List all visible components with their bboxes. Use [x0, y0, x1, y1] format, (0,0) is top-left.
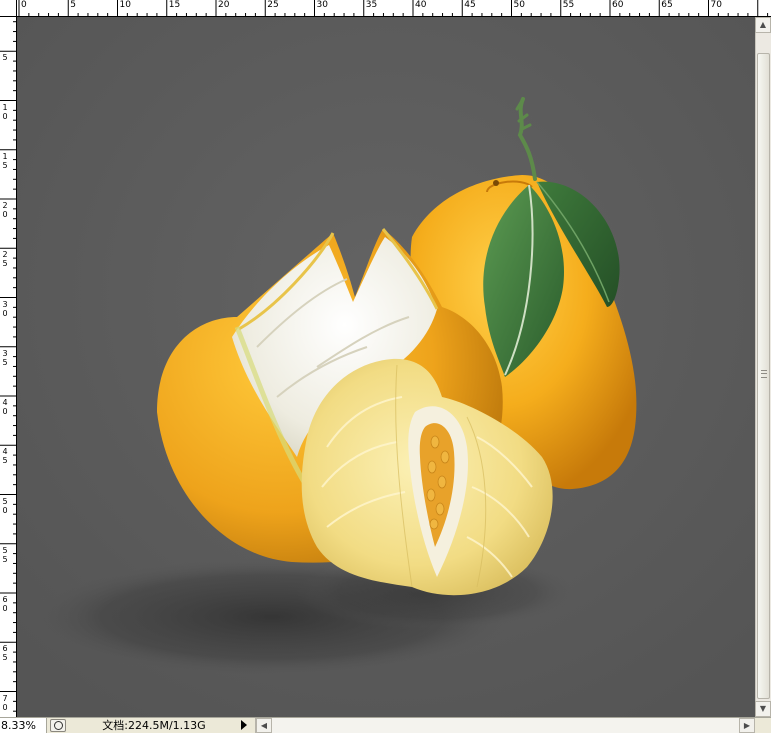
- pomelo-illustration: [17, 17, 755, 717]
- ruler-tick-label: 6 0: [2, 595, 8, 613]
- chevron-up-icon: ▲: [759, 20, 767, 29]
- ruler-tick-label: 15: [168, 0, 181, 10]
- status-menu-arrow-icon[interactable]: [241, 720, 247, 730]
- ruler-tick-label: 40: [415, 0, 427, 10]
- ruler-tick-label: 35: [365, 0, 378, 10]
- ruler-origin-corner[interactable]: [0, 0, 17, 17]
- ruler-tick-label: 5 5: [2, 545, 8, 564]
- ruler-tick-label: 60: [612, 0, 624, 10]
- horizontal-ruler[interactable]: 0 5 10 15 20 25 30 35 40 45 50 55 60 65 70: [17, 0, 771, 17]
- ruler-tick-label: 25: [267, 0, 279, 10]
- ruler-tick-label: 45: [464, 0, 476, 10]
- ruler-tick-label: 30: [316, 0, 328, 10]
- vertical-ruler[interactable]: 5 1 0 1 5 2 0 2 5 3 0 3 5 4 0 4 5 5 0 5 5 6 0 6 5 7 0: [0, 17, 17, 717]
- ruler-tick-label: 5: [70, 0, 76, 10]
- scroll-right-button[interactable]: ▶: [739, 718, 755, 733]
- vertical-scroll-thumb[interactable]: [757, 53, 770, 699]
- ruler-tick-label: 6 5: [2, 644, 8, 663]
- document-canvas[interactable]: [17, 17, 755, 717]
- ruler-tick-label: 3 5: [2, 348, 8, 367]
- ruler-tick-label: 7 0: [2, 693, 8, 712]
- status-bar: 8.33% 文档:224.5M/1.13G ◀ ▶: [0, 717, 771, 733]
- ruler-tick-label: 70: [710, 0, 722, 10]
- ruler-tick-label: 10: [119, 0, 131, 10]
- ruler-tick-label: 2 5: [2, 250, 8, 269]
- chevron-right-icon: ▶: [743, 721, 751, 730]
- ruler-tick-label: 1 0: [2, 102, 8, 121]
- ruler-tick-label: 0: [21, 0, 27, 10]
- grip-icon: [761, 370, 767, 378]
- resize-grip-corner[interactable]: [755, 718, 771, 733]
- ruler-tick-label: 50: [513, 0, 525, 10]
- ruler-tick-label: 4 5: [2, 447, 8, 466]
- vertical-scrollbar[interactable]: ▲ ▼: [755, 17, 771, 717]
- ruler-tick-label: 65: [661, 0, 673, 10]
- ruler-tick-label: 1 5: [2, 151, 8, 170]
- ruler-tick-label: 55: [562, 0, 575, 10]
- horizontal-scrollbar[interactable]: ◀ ▶: [255, 718, 755, 733]
- ruler-tick-label: 3 0: [2, 299, 8, 318]
- scroll-down-button[interactable]: ▼: [755, 701, 771, 717]
- ruler-tick-label: 2 0: [2, 201, 8, 219]
- scroll-up-button[interactable]: ▲: [755, 17, 771, 33]
- scroll-left-button[interactable]: ◀: [256, 718, 272, 733]
- ruler-tick-label: 20: [218, 0, 230, 10]
- chevron-left-icon: ◀: [260, 721, 268, 730]
- document-size-info: 文档:224.5M/1.13G: [102, 719, 206, 732]
- ruler-tick-label: 4 0: [2, 398, 8, 416]
- chevron-down-icon: ▼: [759, 704, 767, 713]
- status-options-button[interactable]: [50, 719, 66, 732]
- zoom-level-field[interactable]: 8.33%: [0, 718, 47, 733]
- ruler-tick-label: 5 0: [2, 496, 8, 515]
- ruler-tick-label: 5: [2, 53, 8, 63]
